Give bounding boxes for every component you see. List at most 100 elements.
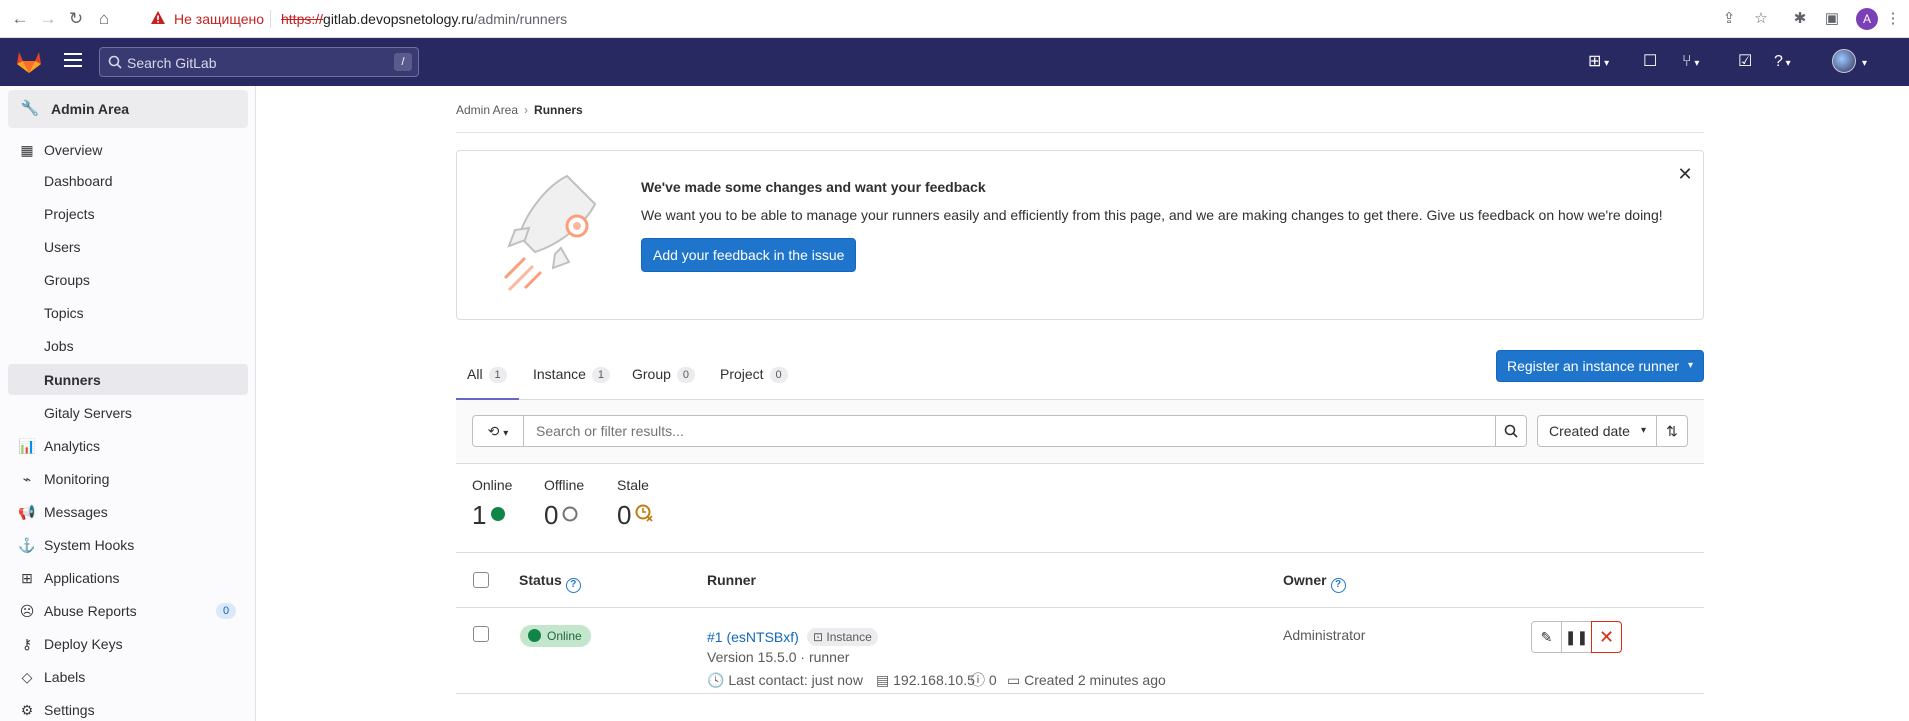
back-icon[interactable]: ← bbox=[10, 9, 30, 29]
sidebar: 🔧 Admin Area ▦ Overview Dashboard Project… bbox=[0, 86, 256, 721]
sidebar-item-deploy-keys[interactable]: ⚷ Deploy Keys bbox=[8, 628, 248, 659]
search-shortcut: / bbox=[394, 53, 412, 71]
register-runner-button[interactable]: Register an instance runner ▾ bbox=[1496, 350, 1704, 382]
sidebar-item-gitaly-servers[interactable]: Gitaly Servers bbox=[8, 397, 248, 428]
sidebar-item-runners[interactable]: Runners bbox=[8, 364, 248, 395]
address-bar[interactable]: https://gitlab.devopsnetology.ru/admin/r… bbox=[281, 10, 567, 28]
url-scheme: https:// bbox=[281, 11, 324, 27]
help-icon[interactable]: ? bbox=[565, 578, 581, 593]
pause-runner-button[interactable]: ❚❚ bbox=[1561, 621, 1592, 653]
url-host: gitlab.devopsnetology.ru bbox=[323, 11, 474, 27]
sidebar-item-messages[interactable]: 📢 Messages bbox=[8, 496, 248, 527]
sidebar-item-topics[interactable]: Topics bbox=[8, 297, 248, 328]
sidebar-item-label: Topics bbox=[44, 305, 84, 321]
warning-icon[interactable] bbox=[150, 10, 166, 26]
sort-direction-icon[interactable]: ⇅ bbox=[1656, 415, 1688, 447]
extensions-icon[interactable]: ✱ bbox=[1791, 10, 1809, 28]
browser-chrome: ← → ↻ ⌂ Не защищено https://gitlab.devop… bbox=[0, 0, 1909, 38]
url-path: /admin/runners bbox=[473, 11, 568, 27]
row-checkbox[interactable] bbox=[473, 626, 489, 642]
select-all-checkbox[interactable] bbox=[473, 572, 489, 588]
wrench-icon: 🔧 bbox=[20, 100, 40, 117]
rocket-illustration-icon bbox=[503, 174, 597, 292]
share-icon[interactable]: ⇪ bbox=[1720, 10, 1738, 28]
breadcrumb-parent[interactable]: Admin Area bbox=[456, 103, 518, 117]
tab-instance[interactable]: Instance 1 bbox=[533, 350, 610, 400]
menu-dots-icon[interactable]: ⋮ bbox=[1884, 10, 1902, 28]
avatar-caret-icon[interactable]: ▾ bbox=[1862, 52, 1867, 74]
home-icon[interactable]: ⌂ bbox=[94, 9, 114, 29]
filter-input[interactable]: Search or filter results... bbox=[523, 415, 1496, 447]
sidebar-item-applications[interactable]: ⊞ Applications bbox=[8, 562, 248, 593]
new-item-icon[interactable]: ⊞ ▾ bbox=[1588, 52, 1609, 74]
menu-icon[interactable] bbox=[64, 53, 82, 71]
sidebar-item-label: Users bbox=[44, 239, 81, 255]
breadcrumb-current[interactable]: Runners bbox=[534, 103, 583, 117]
sidebar-item-analytics[interactable]: 📊 Analytics bbox=[8, 430, 248, 461]
sidebar-item-overview[interactable]: ▦ Overview bbox=[8, 134, 248, 165]
sidebar-item-system-hooks[interactable]: ⚓ System Hooks bbox=[8, 529, 248, 560]
sidepanel-icon[interactable]: ▣ bbox=[1823, 10, 1841, 28]
sidebar-item-settings[interactable]: ⚙ Settings bbox=[8, 694, 248, 721]
messages-icon: 📢 bbox=[18, 504, 36, 520]
close-icon[interactable]: ✕ bbox=[1675, 164, 1695, 184]
sidebar-item-label: Analytics bbox=[44, 438, 101, 454]
sidebar-item-label: Settings bbox=[44, 702, 95, 718]
sidebar-item-labels[interactable]: ◇ Labels bbox=[8, 661, 248, 692]
sidebar-header-label: Admin Area bbox=[51, 101, 130, 117]
sidebar-item-users[interactable]: Users bbox=[8, 231, 248, 262]
issues-icon[interactable]: ☐ bbox=[1643, 52, 1657, 72]
gitlab-topbar: Search GitLab / ⊞ ▾ ☐ ⑂ ▾ ☑ ? ▾ ▾ bbox=[0, 38, 1909, 86]
analytics-icon: 📊 bbox=[18, 438, 36, 454]
user-avatar[interactable] bbox=[1832, 49, 1856, 73]
sidebar-item-jobs[interactable]: Jobs bbox=[8, 330, 248, 361]
runner-type-label: Instance bbox=[826, 630, 872, 644]
history-dropdown[interactable]: ⟲ ▾ bbox=[472, 415, 524, 447]
overview-icon: ▦ bbox=[20, 142, 34, 158]
label-icon: ◇ bbox=[21, 669, 33, 685]
history-icon: ⟲ bbox=[487, 423, 500, 439]
help-icon[interactable]: ? bbox=[1330, 578, 1346, 593]
tab-project[interactable]: Project 0 bbox=[720, 350, 788, 400]
tab-all[interactable]: All 1 bbox=[456, 350, 519, 400]
forward-icon[interactable]: → bbox=[38, 9, 58, 29]
filter-bar: ⟲ ▾ Search or filter results... Created … bbox=[456, 400, 1704, 464]
chevron-down-icon: ▾ bbox=[1687, 360, 1693, 371]
merge-requests-icon[interactable]: ⑂ ▾ bbox=[1682, 52, 1699, 74]
search-input[interactable]: Search GitLab / bbox=[99, 47, 419, 77]
security-label[interactable]: Не защищено bbox=[174, 10, 264, 28]
bookmark-star-icon[interactable]: ☆ bbox=[1752, 10, 1770, 28]
runner-tabs: All 1 Instance 1 Group 0 Project 0 Register … bbox=[456, 350, 1704, 400]
runner-link[interactable]: #1 (esNTSBxf) bbox=[707, 628, 799, 646]
runner-ip: ▤ 192.168.10.5 bbox=[876, 671, 975, 689]
sidebar-header[interactable]: 🔧 Admin Area bbox=[8, 90, 248, 128]
delete-runner-button[interactable]: ✕ bbox=[1591, 621, 1622, 653]
sidebar-item-monitoring[interactable]: ⌁ Monitoring bbox=[8, 463, 248, 494]
last-contact-label: Last contact: just now bbox=[728, 672, 863, 688]
search-icon bbox=[108, 55, 122, 69]
table-header: Status? Runner Owner? bbox=[456, 552, 1704, 608]
sort-label: Created date bbox=[1549, 423, 1630, 439]
last-contact: 🕓 Last contact: just now bbox=[707, 671, 863, 689]
edit-runner-button[interactable]: ✎ bbox=[1531, 621, 1562, 653]
help-icon[interactable]: ? ▾ bbox=[1774, 52, 1791, 74]
runner-version: Version 15.5.0 · runner bbox=[707, 649, 850, 665]
sort-dropdown[interactable]: Created date ▾ bbox=[1537, 415, 1657, 447]
profile-avatar[interactable]: A bbox=[1856, 8, 1878, 30]
sidebar-item-dashboard[interactable]: Dashboard bbox=[8, 165, 248, 196]
sidebar-item-projects[interactable]: Projects bbox=[8, 198, 248, 229]
feedback-button[interactable]: Add your feedback in the issue bbox=[641, 238, 857, 272]
sidebar-item-abuse-reports[interactable]: ☹ Abuse Reports 0 bbox=[8, 595, 248, 626]
sidebar-item-groups[interactable]: Groups bbox=[8, 264, 248, 295]
tab-group[interactable]: Group 0 bbox=[632, 350, 695, 400]
owner-header-label: Owner bbox=[1283, 572, 1327, 588]
sidebar-item-label: Runners bbox=[44, 372, 101, 388]
sidebar-item-label: Applications bbox=[44, 570, 120, 586]
reload-icon[interactable]: ↻ bbox=[66, 9, 86, 29]
todos-icon[interactable]: ☑ bbox=[1738, 52, 1752, 72]
stale-status-icon bbox=[635, 498, 654, 528]
monitoring-icon: ⌁ bbox=[22, 471, 32, 487]
gitlab-logo-icon[interactable] bbox=[16, 50, 42, 74]
owner-header: Owner? bbox=[1283, 571, 1346, 593]
filter-search-button[interactable] bbox=[1495, 415, 1527, 447]
